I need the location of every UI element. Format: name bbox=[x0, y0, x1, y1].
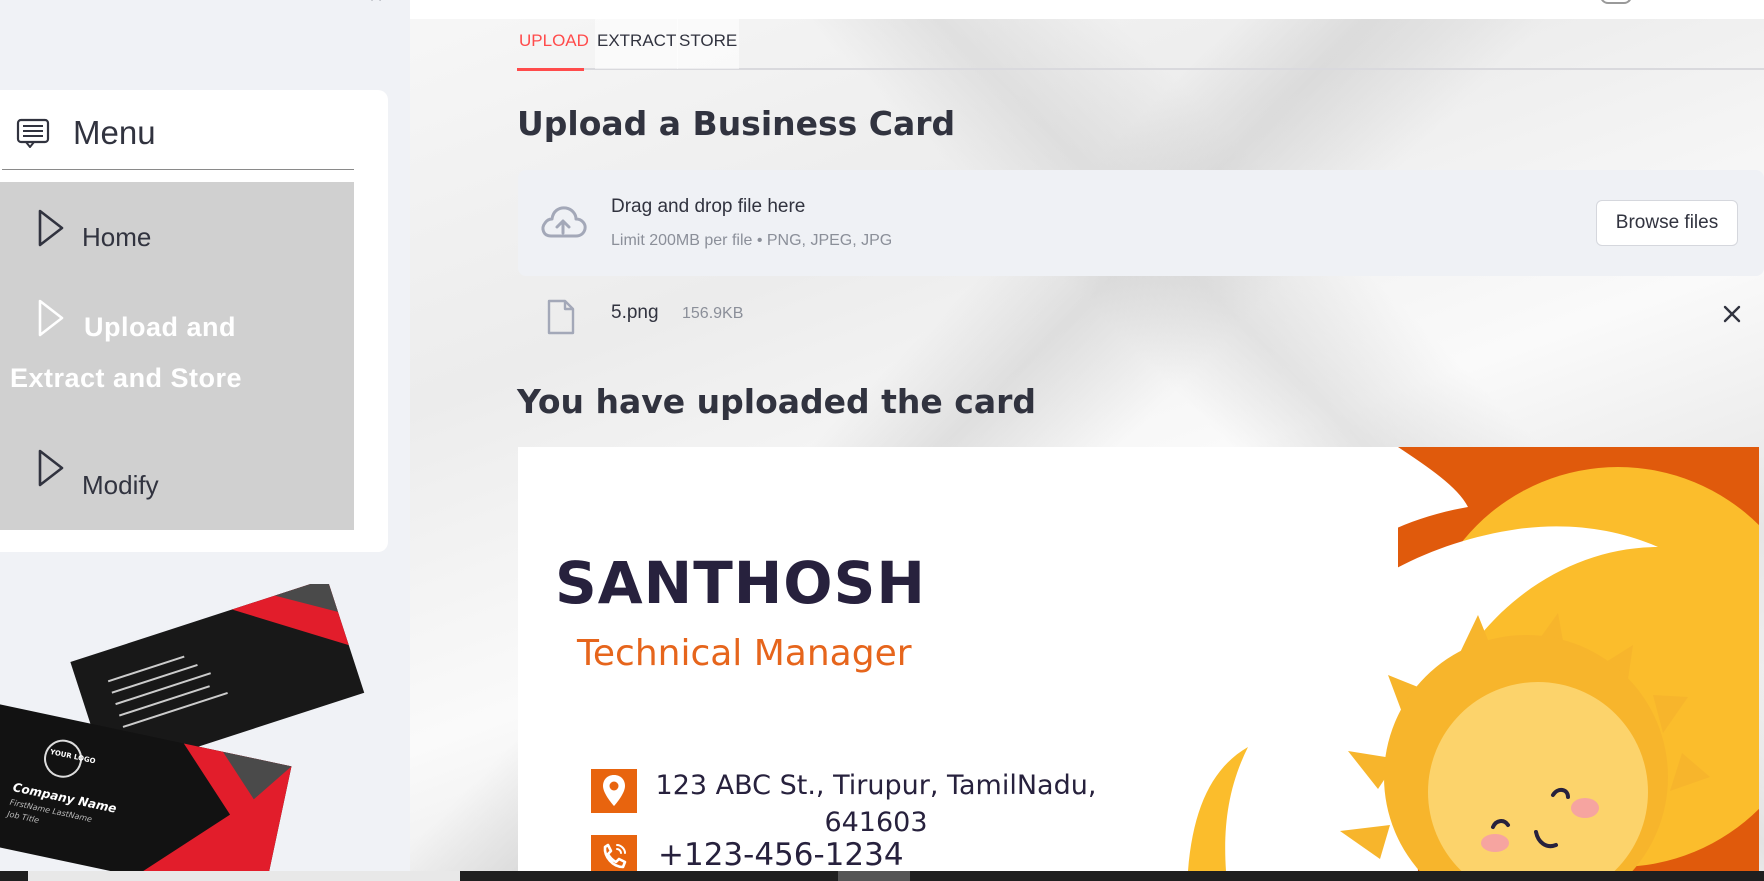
uploaded-file-row: 5.png 156.9KB bbox=[518, 286, 1764, 342]
card-address-line2: 641603 bbox=[824, 807, 928, 838]
location-pin-icon bbox=[591, 769, 637, 813]
taskbar bbox=[0, 871, 1764, 881]
menu-header: Menu bbox=[2, 90, 354, 170]
tab-active-indicator bbox=[517, 68, 584, 71]
upload-heading: Upload a Business Card bbox=[517, 104, 956, 143]
card-address-line1: 123 ABC St., Tirupur, TamilNadu, bbox=[655, 770, 1097, 801]
sidebar: ✕ Menu Home Upload bbox=[0, 0, 410, 881]
sidebar-close-icon[interactable]: ✕ bbox=[364, 0, 388, 6]
status-icon bbox=[1600, 0, 1632, 4]
card-address: 123 ABC St., Tirupur, TamilNadu, 641603 bbox=[646, 767, 1106, 841]
taskbar-search[interactable] bbox=[28, 871, 460, 881]
option-menu: Menu Home Upload and Extract and Store M… bbox=[0, 90, 388, 552]
file-dropzone[interactable]: Drag and drop file here Limit 200MB per … bbox=[518, 170, 1764, 276]
play-outline-icon bbox=[38, 209, 64, 247]
sidebar-business-card-image: YOUR LOGO Company Name FirstName LastNam… bbox=[0, 584, 388, 881]
menu-item-home[interactable]: Home bbox=[0, 182, 354, 276]
close-icon[interactable] bbox=[1718, 300, 1746, 328]
business-card-illustration: YOUR LOGO Company Name FirstName LastNam… bbox=[0, 584, 365, 881]
tab-bar: UPLOAD EXTRACT STORE bbox=[517, 19, 1764, 71]
card-name: SANTHOSH bbox=[555, 549, 926, 617]
menu-item-label: Home bbox=[82, 222, 152, 252]
browse-files-button[interactable]: Browse files bbox=[1596, 200, 1738, 246]
file-icon bbox=[547, 299, 575, 335]
main-content: UPLOAD EXTRACT STORE Upload a Business C… bbox=[410, 0, 1764, 871]
file-name: 5.png bbox=[611, 302, 659, 323]
dropzone-title: Drag and drop file here bbox=[611, 196, 806, 217]
top-strip bbox=[410, 0, 1764, 19]
uploaded-card-image: SANTHOSH Technical Manager 123 ABC St., … bbox=[518, 447, 1759, 871]
phone-icon bbox=[591, 835, 637, 871]
tab-upload[interactable]: UPLOAD bbox=[517, 19, 591, 69]
menu-item-label-line1: Upload and bbox=[84, 312, 236, 342]
card-phone: +123-456-1234 bbox=[658, 837, 904, 871]
play-outline-icon bbox=[38, 449, 64, 487]
card-title: Technical Manager bbox=[577, 633, 912, 674]
cloud-upload-icon bbox=[541, 206, 587, 238]
menu-item-label-line2: Extract and Store bbox=[10, 363, 243, 393]
menu-title: Menu bbox=[73, 114, 156, 151]
sun-illustration bbox=[1098, 447, 1759, 871]
dropzone-subtitle: Limit 200MB per file • PNG, JPEG, JPG bbox=[611, 232, 893, 249]
menu-item-label: Modify bbox=[82, 470, 159, 500]
play-outline-icon bbox=[38, 299, 64, 337]
uploaded-heading: You have uploaded the card bbox=[517, 382, 1037, 421]
file-size: 156.9KB bbox=[682, 305, 744, 322]
menu-item-modify[interactable]: Modify bbox=[0, 432, 354, 530]
menu-icon bbox=[16, 118, 50, 148]
taskbar-app-button[interactable] bbox=[838, 871, 910, 881]
tab-extract[interactable]: EXTRACT bbox=[595, 19, 679, 69]
menu-item-upload-extract-store[interactable]: Upload and Extract and Store bbox=[0, 292, 354, 422]
tab-store[interactable]: STORE bbox=[677, 19, 740, 69]
menu-list: Home Upload and Extract and Store Modify bbox=[0, 182, 354, 530]
